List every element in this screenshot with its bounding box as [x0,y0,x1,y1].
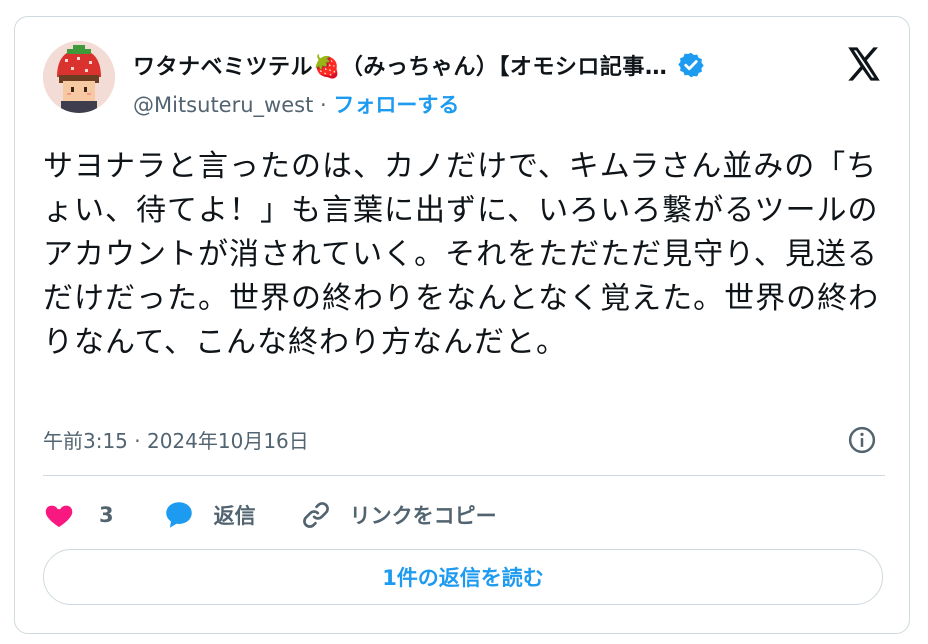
heart-icon [45,505,73,527]
reply-button[interactable]: 返信 [162,498,256,532]
avatar-image [43,41,115,113]
divider [43,475,885,476]
tweet-text: サヨナラと言ったのは、カノだけで、キムラさん並みの「ちょい、待てよ！」も言葉に出… [43,149,880,360]
like-count: 3 [99,503,114,527]
author-display-name[interactable]: ワタナベミツテル🍓（みっちゃん）【オモシロ記事… [133,49,667,81]
link-icon [302,502,329,528]
copy-link-button[interactable]: リンクをコピー [300,499,497,531]
handle-row: @Mitsuteru_west · フォローする [133,89,459,119]
copy-link-label: リンクをコピー [349,504,497,528]
info-icon[interactable] [847,425,877,455]
reply-bubble-icon [165,502,192,528]
tweet-card: ワタナベミツテル🍓（みっちゃん）【オモシロ記事… @Mitsuteru_west… [14,16,910,634]
like-button[interactable]: 3 [43,499,114,531]
reply-label: 返信 [213,504,256,528]
author-handle[interactable]: @Mitsuteru_west [133,93,313,117]
author-row: ワタナベミツテル🍓（みっちゃん）【オモシロ記事… [133,47,705,83]
tweet-timestamp[interactable]: 午前3:15 · 2024年10月16日 [43,425,309,454]
x-logo-icon[interactable] [843,43,885,85]
follow-button[interactable]: フォローする [333,93,459,117]
avatar[interactable] [43,41,115,113]
verified-badge-icon [678,52,705,78]
action-bar: 3 返信 リンクをコピー [43,495,497,535]
read-replies-button[interactable]: 1件の返信を読む [43,549,883,605]
handle-separator: · [320,93,327,117]
